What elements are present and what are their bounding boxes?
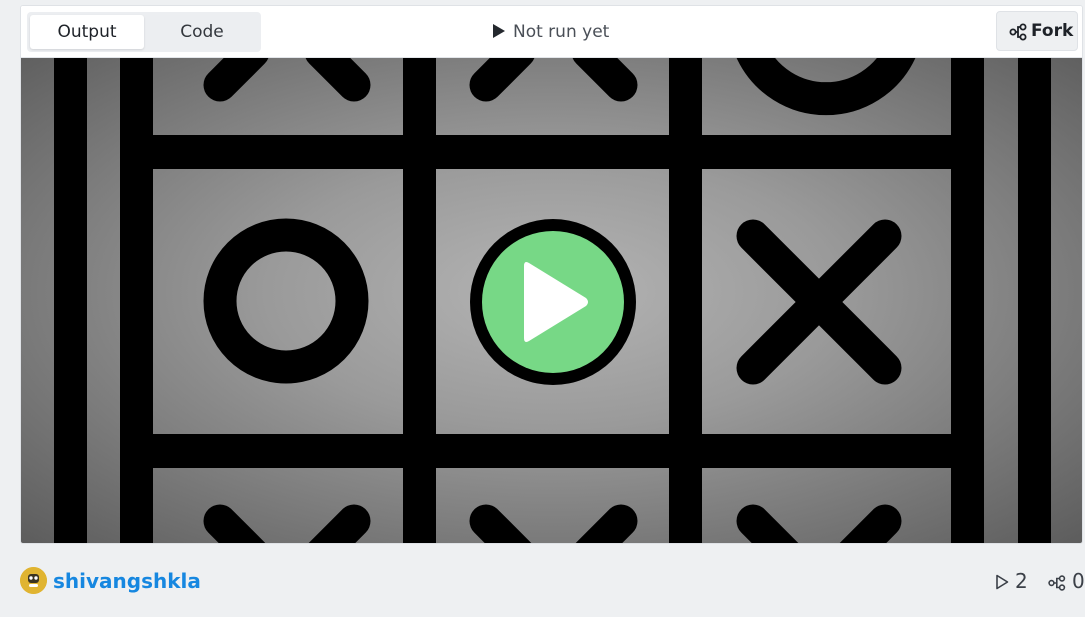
repl-card: Output Code Not run yet Fork	[20, 5, 1083, 544]
fork-count-value: 0	[1072, 569, 1085, 593]
avatar[interactable]	[20, 567, 47, 594]
play-icon	[493, 24, 505, 38]
fork-icon	[1009, 23, 1027, 41]
tab-code[interactable]: Code	[146, 15, 258, 49]
play-outline-icon	[996, 574, 1009, 590]
output-preview[interactable]	[21, 58, 1082, 543]
fork-button[interactable]: Fork	[996, 11, 1078, 51]
avatar-icon	[20, 567, 47, 594]
view-tabs: Output Code	[27, 12, 261, 52]
run-status[interactable]: Not run yet	[493, 6, 609, 58]
footer: shivangshkla 2 0	[20, 566, 1085, 596]
play-button-icon[interactable]	[469, 218, 637, 386]
toolbar: Output Code Not run yet Fork	[21, 6, 1082, 58]
run-status-text: Not run yet	[513, 22, 610, 42]
fork-outline-icon	[1048, 575, 1066, 591]
fork-label: Fork	[1031, 21, 1074, 41]
run-count-value: 2	[1015, 569, 1028, 593]
tab-output[interactable]: Output	[30, 15, 144, 49]
author-link[interactable]: shivangshkla	[53, 566, 201, 596]
